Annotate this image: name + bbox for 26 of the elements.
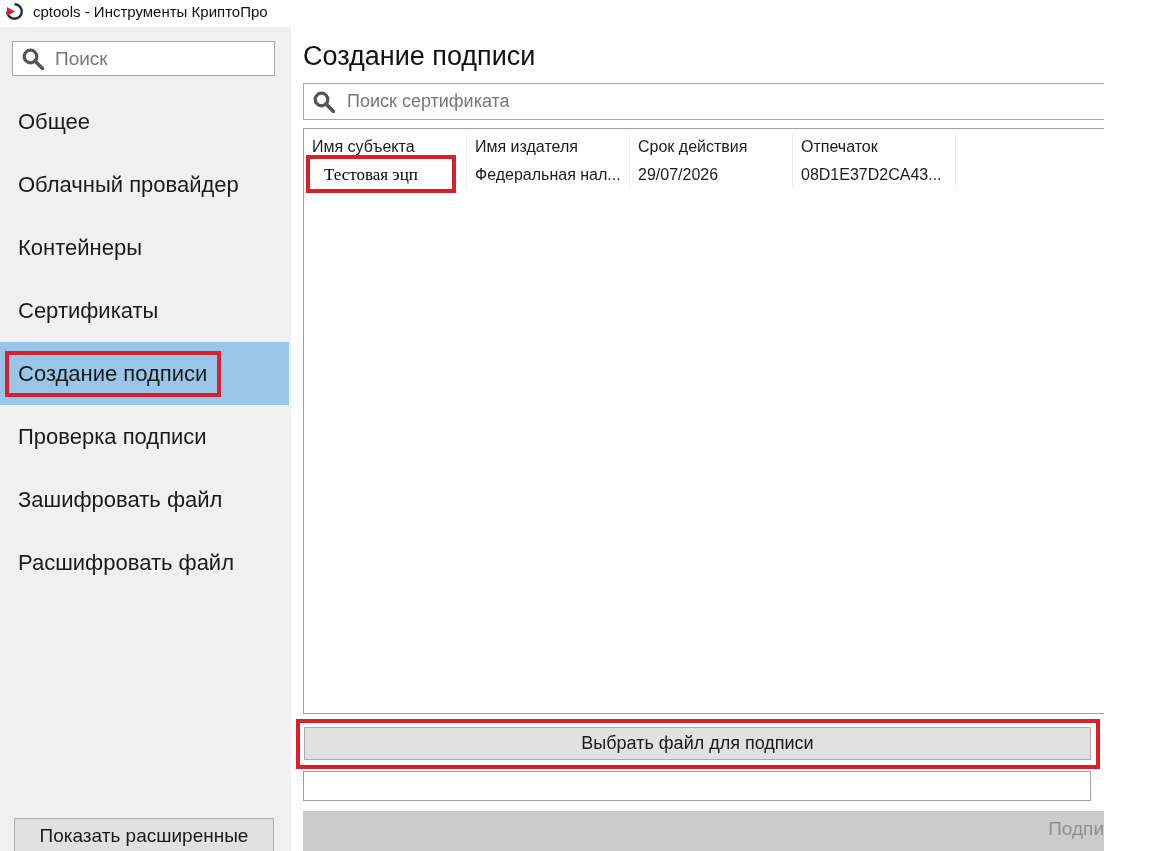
choose-file-button[interactable]: Выбрать файл для подписи xyxy=(304,726,1091,760)
table-cell: 29/07/2026 xyxy=(630,160,793,189)
column-header[interactable]: Имя субъекта xyxy=(304,133,467,160)
table-cell: Тестовая эцп xyxy=(304,160,467,189)
nav-item[interactable]: Сертификаты xyxy=(0,279,289,342)
search-icon xyxy=(313,90,335,113)
nav-item[interactable]: Контейнеры xyxy=(0,216,289,279)
table-cell: Федеральная нал... xyxy=(467,160,630,189)
nav-item[interactable]: Создание подписи xyxy=(0,342,289,405)
nav-item[interactable]: Зашифровать файл xyxy=(0,468,289,531)
show-advanced-button[interactable]: Показать расширенные xyxy=(14,818,274,851)
column-header[interactable]: Имя издателя xyxy=(467,133,630,160)
search-icon xyxy=(22,47,44,70)
table-cell: 08D1E37D2CA43... xyxy=(793,160,956,189)
app-logo-icon xyxy=(6,2,23,20)
search-field[interactable]: Поиск xyxy=(12,41,275,76)
nav-item[interactable]: Облачный провайдер xyxy=(0,153,289,216)
nav-item[interactable]: Общее xyxy=(0,90,289,153)
window-title: cptools - Инструменты КриптоПро xyxy=(33,2,268,20)
certificate-search-field[interactable]: Поиск сертификата xyxy=(303,83,1104,120)
column-header[interactable]: Срок действия xyxy=(630,133,793,160)
output-field[interactable] xyxy=(303,771,1091,801)
nav-item[interactable]: Проверка подписи xyxy=(0,405,289,468)
nav-item[interactable]: Расшифровать файл xyxy=(0,531,289,594)
page-heading: Создание подписи xyxy=(303,41,536,71)
column-header[interactable]: Отпечаток xyxy=(793,133,956,160)
